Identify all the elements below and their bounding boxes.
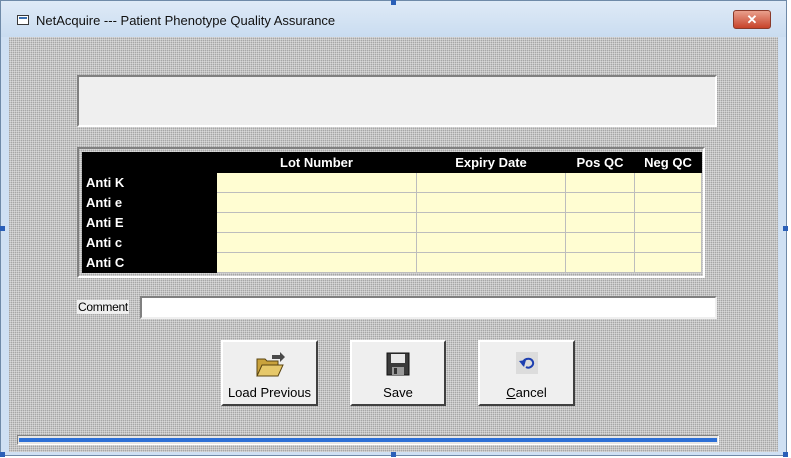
table-row: Anti E [82,212,702,233]
app-icon[interactable] [17,15,29,25]
cell-lot-number[interactable] [216,232,417,253]
cell-expiry-date[interactable] [416,172,566,193]
cell-expiry-date[interactable] [416,252,566,273]
cell-neg-qc[interactable] [634,232,702,253]
grid-corner [82,152,217,173]
comment-label: Comment [77,300,129,314]
cell-pos-qc[interactable] [565,192,635,213]
column-header-pos-qc: Pos QC [565,152,635,173]
resize-handle-right[interactable] [783,226,788,231]
cell-expiry-date[interactable] [416,192,566,213]
floppy-disk-icon [385,351,411,380]
form-client-area: Lot Number Expiry Date Pos QC Neg QC Ant… [9,37,778,452]
table-row: Anti e [82,192,702,213]
save-label: Save [383,385,413,400]
cell-pos-qc[interactable] [565,172,635,193]
cell-pos-qc[interactable] [565,252,635,273]
grid-header-row: Lot Number Expiry Date Pos QC Neg QC [82,152,702,173]
table-row: Anti C [82,252,702,273]
folder-open-icon [254,351,286,382]
cell-lot-number[interactable] [216,212,417,233]
row-header-anti-c-lower: Anti c [82,232,217,253]
row-header-anti-k: Anti K [82,172,217,193]
progress-bar [17,435,719,445]
cell-neg-qc[interactable] [634,252,702,273]
cancel-label-rest: ancel [515,385,547,400]
cell-neg-qc[interactable] [634,172,702,193]
undo-icon [515,351,539,378]
cell-lot-number[interactable] [216,172,417,193]
message-banner [77,75,717,127]
comment-field[interactable] [140,296,717,319]
cell-expiry-date[interactable] [416,232,566,253]
row-header-anti-c-upper: Anti C [82,252,217,273]
cancel-label: Cancel [480,385,573,400]
row-header-anti-e-upper: Anti E [82,212,217,233]
qc-grid: Lot Number Expiry Date Pos QC Neg QC Ant… [82,152,702,273]
resize-handle-left[interactable] [0,226,5,231]
column-header-expiry-date: Expiry Date [416,152,566,173]
resize-handle-top[interactable] [391,0,396,5]
cell-lot-number[interactable] [216,252,417,273]
load-previous-label: Load Previous [227,385,312,400]
resize-handle-bottom[interactable] [391,452,396,457]
resize-handle-bottom-left[interactable] [0,452,5,457]
save-button[interactable]: Save [350,340,446,406]
cell-expiry-date[interactable] [416,212,566,233]
row-header-anti-e-lower: Anti e [82,192,217,213]
cell-neg-qc[interactable] [634,212,702,233]
column-header-neg-qc: Neg QC [634,152,702,173]
cell-neg-qc[interactable] [634,192,702,213]
table-row: Anti c [82,232,702,253]
cancel-button[interactable]: Cancel [478,340,575,406]
cell-pos-qc[interactable] [565,212,635,233]
table-row: Anti K [82,172,702,193]
title-bar[interactable]: NetAcquire --- Patient Phenotype Quality… [1,1,786,37]
main-window: NetAcquire --- Patient Phenotype Quality… [0,0,787,456]
load-previous-button[interactable]: Load Previous [221,340,318,406]
resize-handle-bottom-right[interactable] [783,452,788,457]
column-header-lot-number: Lot Number [216,152,417,173]
qc-grid-frame: Lot Number Expiry Date Pos QC Neg QC Ant… [77,147,705,278]
close-button[interactable]: ✕ [733,10,771,29]
progress-fill [19,438,717,442]
cancel-accelerator: C [506,385,516,400]
cell-pos-qc[interactable] [565,232,635,253]
window-title: NetAcquire --- Patient Phenotype Quality… [36,13,336,28]
cell-lot-number[interactable] [216,192,417,213]
